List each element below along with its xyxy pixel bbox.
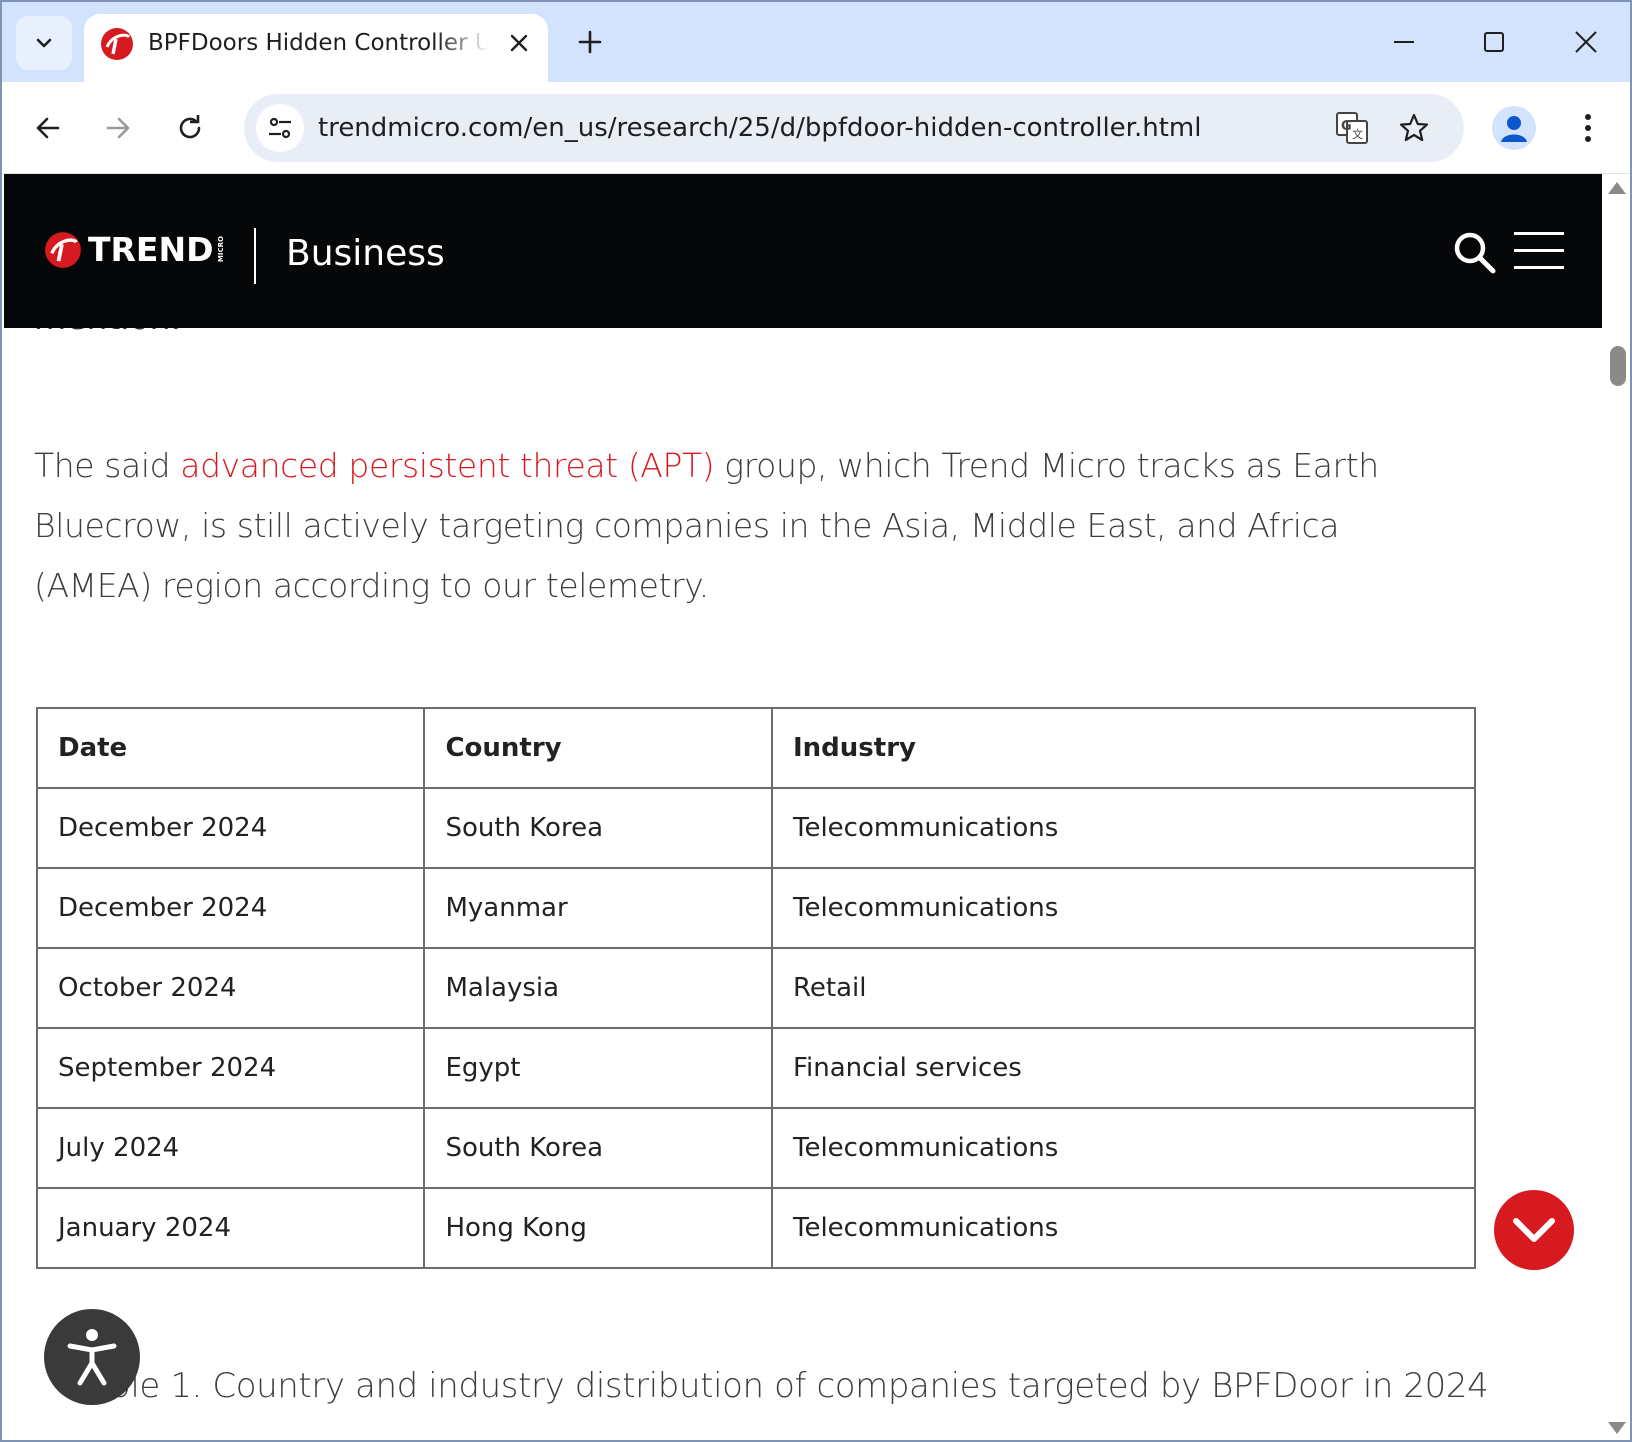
page-viewport: TREND MICRO Business mention. The said a… [4, 174, 1602, 1440]
logo-micro-text: MICRO [217, 236, 226, 263]
plus-icon [578, 30, 602, 54]
cell-country: Egypt [423, 1027, 773, 1109]
logo-text: TREND [88, 230, 214, 269]
hamburger-icon [1514, 232, 1564, 235]
scroll-up-arrow[interactable] [1608, 182, 1626, 194]
page-scrollbar[interactable] [1602, 174, 1630, 1440]
accessibility-icon [67, 1329, 117, 1386]
scroll-down-arrow[interactable] [1608, 1422, 1626, 1434]
arrow-left-icon [36, 117, 60, 139]
star-icon [1399, 113, 1429, 142]
close-icon [510, 34, 528, 52]
cell-industry: Retail [770, 947, 1477, 1029]
trend-micro-logo-icon [101, 28, 133, 60]
table-header-row: Date Country Industry [35, 707, 1477, 789]
scrollbar-thumb[interactable] [1610, 346, 1626, 386]
section-title[interactable]: Business [286, 230, 445, 278]
header-industry: Industry [770, 707, 1477, 789]
profile-button[interactable] [1492, 106, 1536, 150]
tune-icon [269, 117, 291, 139]
cell-date: October 2024 [35, 947, 426, 1029]
cell-industry: Telecommunications [770, 867, 1477, 949]
browser-window: BPFDoors Hidden Controller Used Against … [0, 0, 1632, 1442]
table-row: July 2024 South Korea Telecommunications [35, 1107, 1477, 1189]
reload-icon [179, 115, 201, 139]
tab-active[interactable]: BPFDoors Hidden Controller Used Against … [84, 14, 548, 82]
hamburger-line [1514, 249, 1564, 252]
chevron-down-icon [36, 38, 52, 48]
cell-date: January 2024 [35, 1187, 426, 1269]
tab-title: BPFDoors Hidden Controller Used Against … [148, 30, 488, 56]
header-divider [254, 228, 256, 284]
cell-industry: Telecommunications [770, 1187, 1477, 1269]
minimize-icon [1394, 41, 1414, 43]
trend-micro-logo-icon [45, 231, 81, 268]
address-bar[interactable]: trendmicro.com/en_us/research/25/d/bpfdo… [244, 94, 1464, 162]
tab-strip: BPFDoors Hidden Controller Used Against … [2, 2, 1630, 82]
minimize-button[interactable] [1374, 16, 1434, 68]
svg-text:文: 文 [1352, 127, 1363, 141]
site-header: TREND MICRO Business [4, 174, 1602, 328]
tab-search-button[interactable] [16, 16, 72, 70]
header-country: Country [423, 707, 773, 789]
table-row: September 2024 Egypt Financial services [35, 1027, 1477, 1109]
close-window-button[interactable] [1556, 16, 1616, 68]
chevron-down-icon [1513, 1218, 1555, 1242]
back-button[interactable] [24, 104, 72, 152]
translate-icon: G 文 [1336, 112, 1368, 144]
cell-date: December 2024 [35, 787, 426, 869]
table-row: October 2024 Malaysia Retail [35, 947, 1477, 1029]
hamburger-line [1514, 266, 1564, 269]
cell-date: July 2024 [35, 1107, 426, 1189]
apt-link[interactable]: advanced persistent threat (APT) [180, 446, 714, 485]
browser-menu-button[interactable] [1564, 104, 1612, 152]
site-menu-button[interactable] [1514, 232, 1564, 272]
intro-paragraph: The said advanced persistent threat (APT… [34, 436, 1454, 616]
maximize-button[interactable] [1464, 16, 1524, 68]
tab-close-button[interactable] [502, 26, 536, 60]
kebab-icon [1585, 114, 1591, 142]
cell-date: December 2024 [35, 867, 426, 949]
reload-button[interactable] [166, 104, 214, 152]
site-search-button[interactable] [1452, 230, 1498, 276]
search-icon [1454, 232, 1496, 274]
trend-micro-logo[interactable]: TREND MICRO [44, 230, 225, 269]
cell-country: Myanmar [423, 867, 773, 949]
cell-country: Malaysia [423, 947, 773, 1029]
header-date: Date [35, 707, 426, 789]
person-icon [1501, 116, 1527, 142]
forward-button[interactable] [94, 104, 142, 152]
site-info-button[interactable] [256, 104, 304, 152]
url-text: trendmicro.com/en_us/research/25/d/bpfdo… [318, 113, 1202, 143]
svg-text:G: G [1341, 119, 1352, 134]
accessibility-button[interactable] [44, 1309, 140, 1405]
table-row: December 2024 South Korea Telecommunicat… [35, 787, 1477, 869]
table-row: January 2024 Hong Kong Telecommunication… [35, 1187, 1477, 1269]
cell-date: September 2024 [35, 1027, 426, 1109]
bookmark-button[interactable] [1394, 108, 1434, 148]
cell-industry: Telecommunications [770, 1107, 1477, 1189]
targets-table: Date Country Industry December 2024 Sout… [35, 707, 1477, 1269]
translate-button[interactable]: G 文 [1332, 108, 1372, 148]
cell-industry: Telecommunications [770, 787, 1477, 869]
browser-toolbar: trendmicro.com/en_us/research/25/d/bpfdo… [2, 82, 1630, 174]
cell-country: Hong Kong [423, 1187, 773, 1269]
table-row: December 2024 Myanmar Telecommunications [35, 867, 1477, 949]
cell-industry: Financial services [770, 1027, 1477, 1109]
arrow-right-icon [106, 117, 130, 139]
table-caption: Table 1. Country and industry distributi… [74, 1366, 1489, 1406]
maximize-icon [1484, 32, 1504, 52]
cell-country: South Korea [423, 787, 773, 869]
cell-country: South Korea [423, 1107, 773, 1189]
intro-text-before: The said [34, 446, 181, 485]
new-tab-button[interactable] [570, 22, 610, 62]
close-icon [1575, 31, 1597, 53]
scroll-down-button[interactable] [1494, 1190, 1574, 1270]
